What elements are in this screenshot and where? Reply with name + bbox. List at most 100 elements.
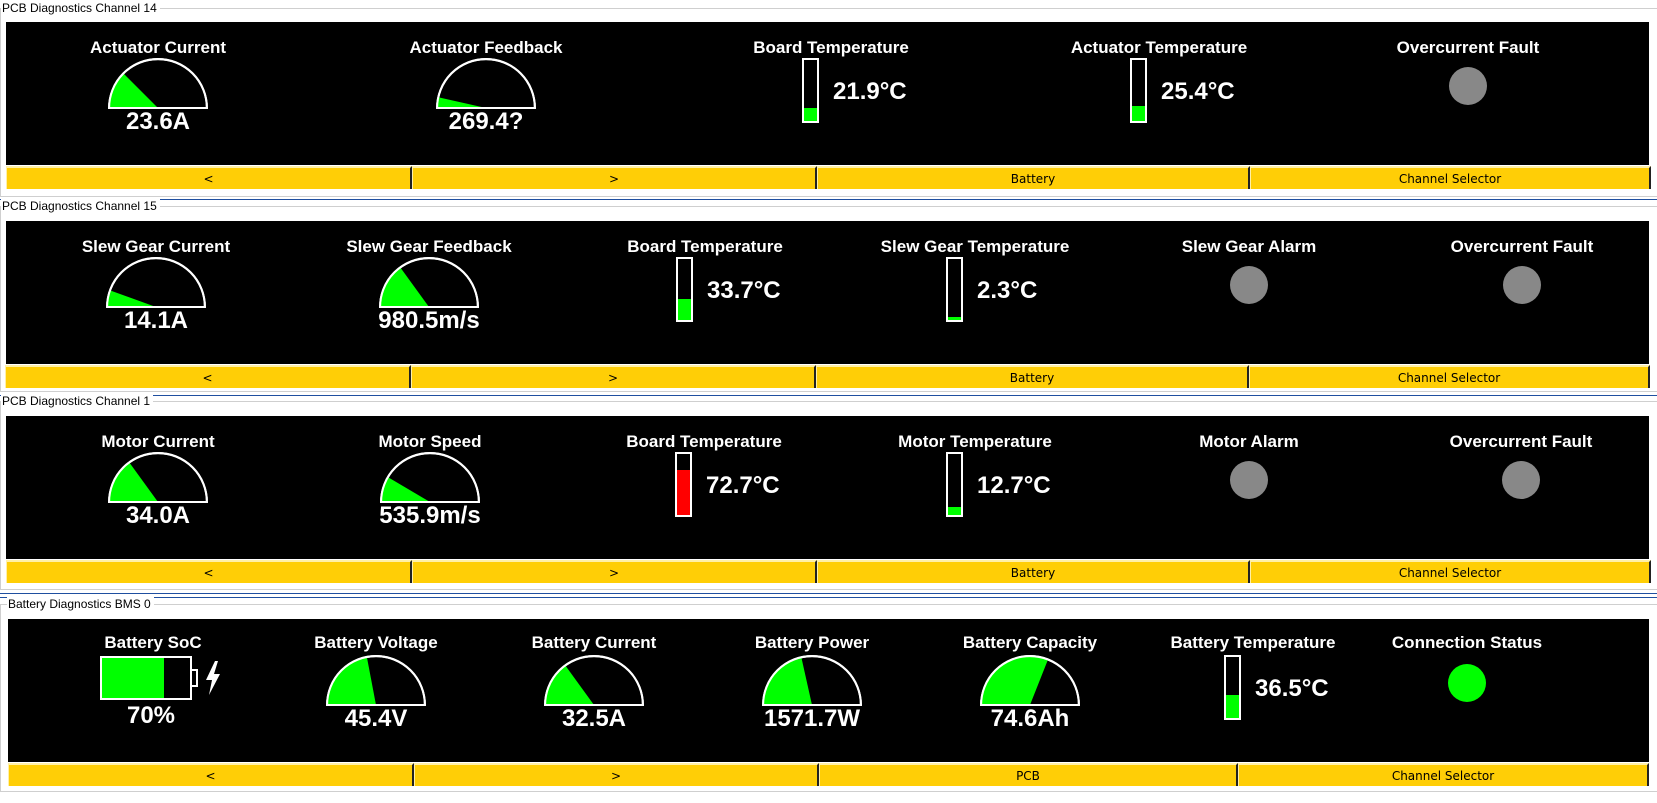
widget-label: Board Temperature <box>753 38 909 57</box>
thermometer-fill <box>948 317 961 320</box>
battery-capacity-widget: Battery Capacity 74.6Ah <box>920 619 1140 754</box>
widget-label: Slew Gear Alarm <box>1181 237 1317 256</box>
battery-power-widget: Battery Power 1571.7W <box>702 619 922 754</box>
group-title: PCB Diagnostics Channel 14 <box>1 1 160 15</box>
diagnostics-panel: Actuator Current 23.6A Actuator Feedback … <box>6 22 1649 165</box>
battery-soc-widget: Battery SoC 70% <box>43 619 263 754</box>
channel-selector-button[interactable]: Channel Selector <box>1238 763 1649 786</box>
nav-bar: < > Battery Channel Selector <box>5 365 1650 388</box>
channel-selector-button[interactable]: Channel Selector <box>1249 365 1650 388</box>
overcurrent-fault-widget: Overcurrent Fault <box>1411 416 1631 551</box>
next-button[interactable]: > <box>411 365 816 388</box>
motor-alarm-widget: Motor Alarm <box>1139 416 1359 551</box>
switch-view-button[interactable]: PCB <box>819 763 1238 786</box>
widget-label: Slew Gear Feedback <box>346 237 512 256</box>
prev-button[interactable]: < <box>6 560 412 583</box>
switch-view-button[interactable]: Battery <box>817 166 1250 189</box>
next-button[interactable]: > <box>412 166 817 189</box>
dial-gauge <box>377 255 481 314</box>
temperature-value: 33.7°C <box>707 277 781 304</box>
switch-view-button[interactable]: Battery <box>816 365 1249 388</box>
prev-button[interactable]: < <box>6 166 412 189</box>
thermometer-fill <box>677 470 690 515</box>
thermometer-bar <box>675 452 692 517</box>
widget-label: Battery Current <box>531 633 657 652</box>
diagnostics-panel: Slew Gear Current 14.1A Slew Gear Feedbac… <box>6 221 1649 364</box>
battery-icon <box>100 656 192 700</box>
nav-bar: < > PCB Channel Selector <box>8 763 1649 786</box>
widget-label: Motor Temperature <box>898 432 1052 451</box>
switch-view-button[interactable]: Battery <box>817 560 1250 583</box>
slew-gear-alarm-widget: Slew Gear Alarm <box>1139 221 1359 356</box>
dial-gauge <box>978 653 1082 712</box>
temperature-value: 2.3°C <box>977 277 1038 304</box>
charging-bolt-icon <box>204 661 222 700</box>
temperature-value: 25.4°C <box>1161 78 1235 105</box>
temperature-value: 12.7°C <box>977 472 1051 499</box>
widget-label: Motor Current <box>101 432 215 451</box>
widget-label: Motor Speed <box>378 432 482 451</box>
dial-gauge <box>434 56 538 115</box>
gauge-value: 34.0A <box>125 502 191 529</box>
dial-gauge <box>378 450 482 509</box>
dial-gauge <box>104 255 208 314</box>
nav-bar: < > Battery Channel Selector <box>6 560 1651 583</box>
next-button[interactable]: > <box>412 560 817 583</box>
prev-button[interactable]: < <box>8 763 414 786</box>
widget-label: Overcurrent Fault <box>1450 237 1594 256</box>
slew-gear-temperature-widget: Slew Gear Temperature 2.3°C <box>865 221 1085 356</box>
thermometer-fill <box>1226 695 1239 718</box>
widget-label: Slew Gear Temperature <box>880 237 1070 256</box>
soc-value: 70% <box>126 702 176 729</box>
dial-gauge <box>106 56 210 115</box>
gauge-value: 32.5A <box>561 705 627 732</box>
battery-current-widget: Battery Current 32.5A <box>484 619 704 754</box>
thermometer-bar <box>1130 58 1147 123</box>
thermometer-bar <box>1224 655 1241 720</box>
temperature-value: 72.7°C <box>706 472 780 499</box>
thermometer-bar <box>676 257 693 322</box>
thermometer-fill <box>948 507 961 515</box>
slew-gear-feedback-widget: Slew Gear Feedback 980.5m/s <box>319 221 539 356</box>
thermometer-fill <box>1132 106 1145 121</box>
battery-terminal <box>192 669 198 687</box>
status-led <box>1230 461 1268 499</box>
thermometer-fill <box>678 299 691 320</box>
channel-selector-button[interactable]: Channel Selector <box>1250 166 1651 189</box>
status-led <box>1503 266 1541 304</box>
widget-label: Board Temperature <box>626 432 782 451</box>
gauge-value: 45.4V <box>344 705 408 732</box>
divider <box>0 597 1657 598</box>
group-title: Battery Diagnostics BMS 0 <box>7 597 154 611</box>
gauge-value: 23.6A <box>125 108 191 135</box>
dial-gauge <box>760 653 864 712</box>
widget-label: Actuator Temperature <box>1070 38 1248 57</box>
connection-status-widget: Connection Status <box>1357 619 1577 754</box>
actuator-feedback-widget: Actuator Feedback 269.4? <box>376 22 596 157</box>
widget-label: Board Temperature <box>627 237 783 256</box>
diagnostics-panel: Motor Current 34.0A Motor Speed 535.9m/s B… <box>6 416 1649 559</box>
widget-label: Overcurrent Fault <box>1449 432 1593 451</box>
status-led <box>1449 67 1487 105</box>
battery-voltage-widget: Battery Voltage 45.4V <box>266 619 486 754</box>
motor-speed-widget: Motor Speed 535.9m/s <box>320 416 540 551</box>
thermometer-fill <box>804 108 817 121</box>
channel-selector-button[interactable]: Channel Selector <box>1250 560 1651 583</box>
board-temperature-widget: Board Temperature 33.7°C <box>595 221 815 356</box>
gauge-value: 1571.7W <box>763 705 861 732</box>
gauge-value: 269.4? <box>448 108 524 135</box>
prev-button[interactable]: < <box>5 365 411 388</box>
widget-label: Connection Status <box>1391 633 1543 652</box>
gauge-value: 14.1A <box>123 307 189 334</box>
thermometer-bar <box>802 58 819 123</box>
widget-label: Overcurrent Fault <box>1396 38 1540 57</box>
widget-label: Slew Gear Current <box>81 237 231 256</box>
slew-gear-current-widget: Slew Gear Current 14.1A <box>46 221 266 356</box>
widget-label: Battery SoC <box>104 633 202 652</box>
board-temperature-widget: Board Temperature 21.9°C <box>721 22 941 157</box>
battery-temperature-widget: Battery Temperature 36.5°C <box>1143 619 1363 754</box>
widget-label: Actuator Feedback <box>409 38 563 57</box>
next-button[interactable]: > <box>414 763 819 786</box>
status-led <box>1502 461 1540 499</box>
divider <box>0 199 1657 200</box>
